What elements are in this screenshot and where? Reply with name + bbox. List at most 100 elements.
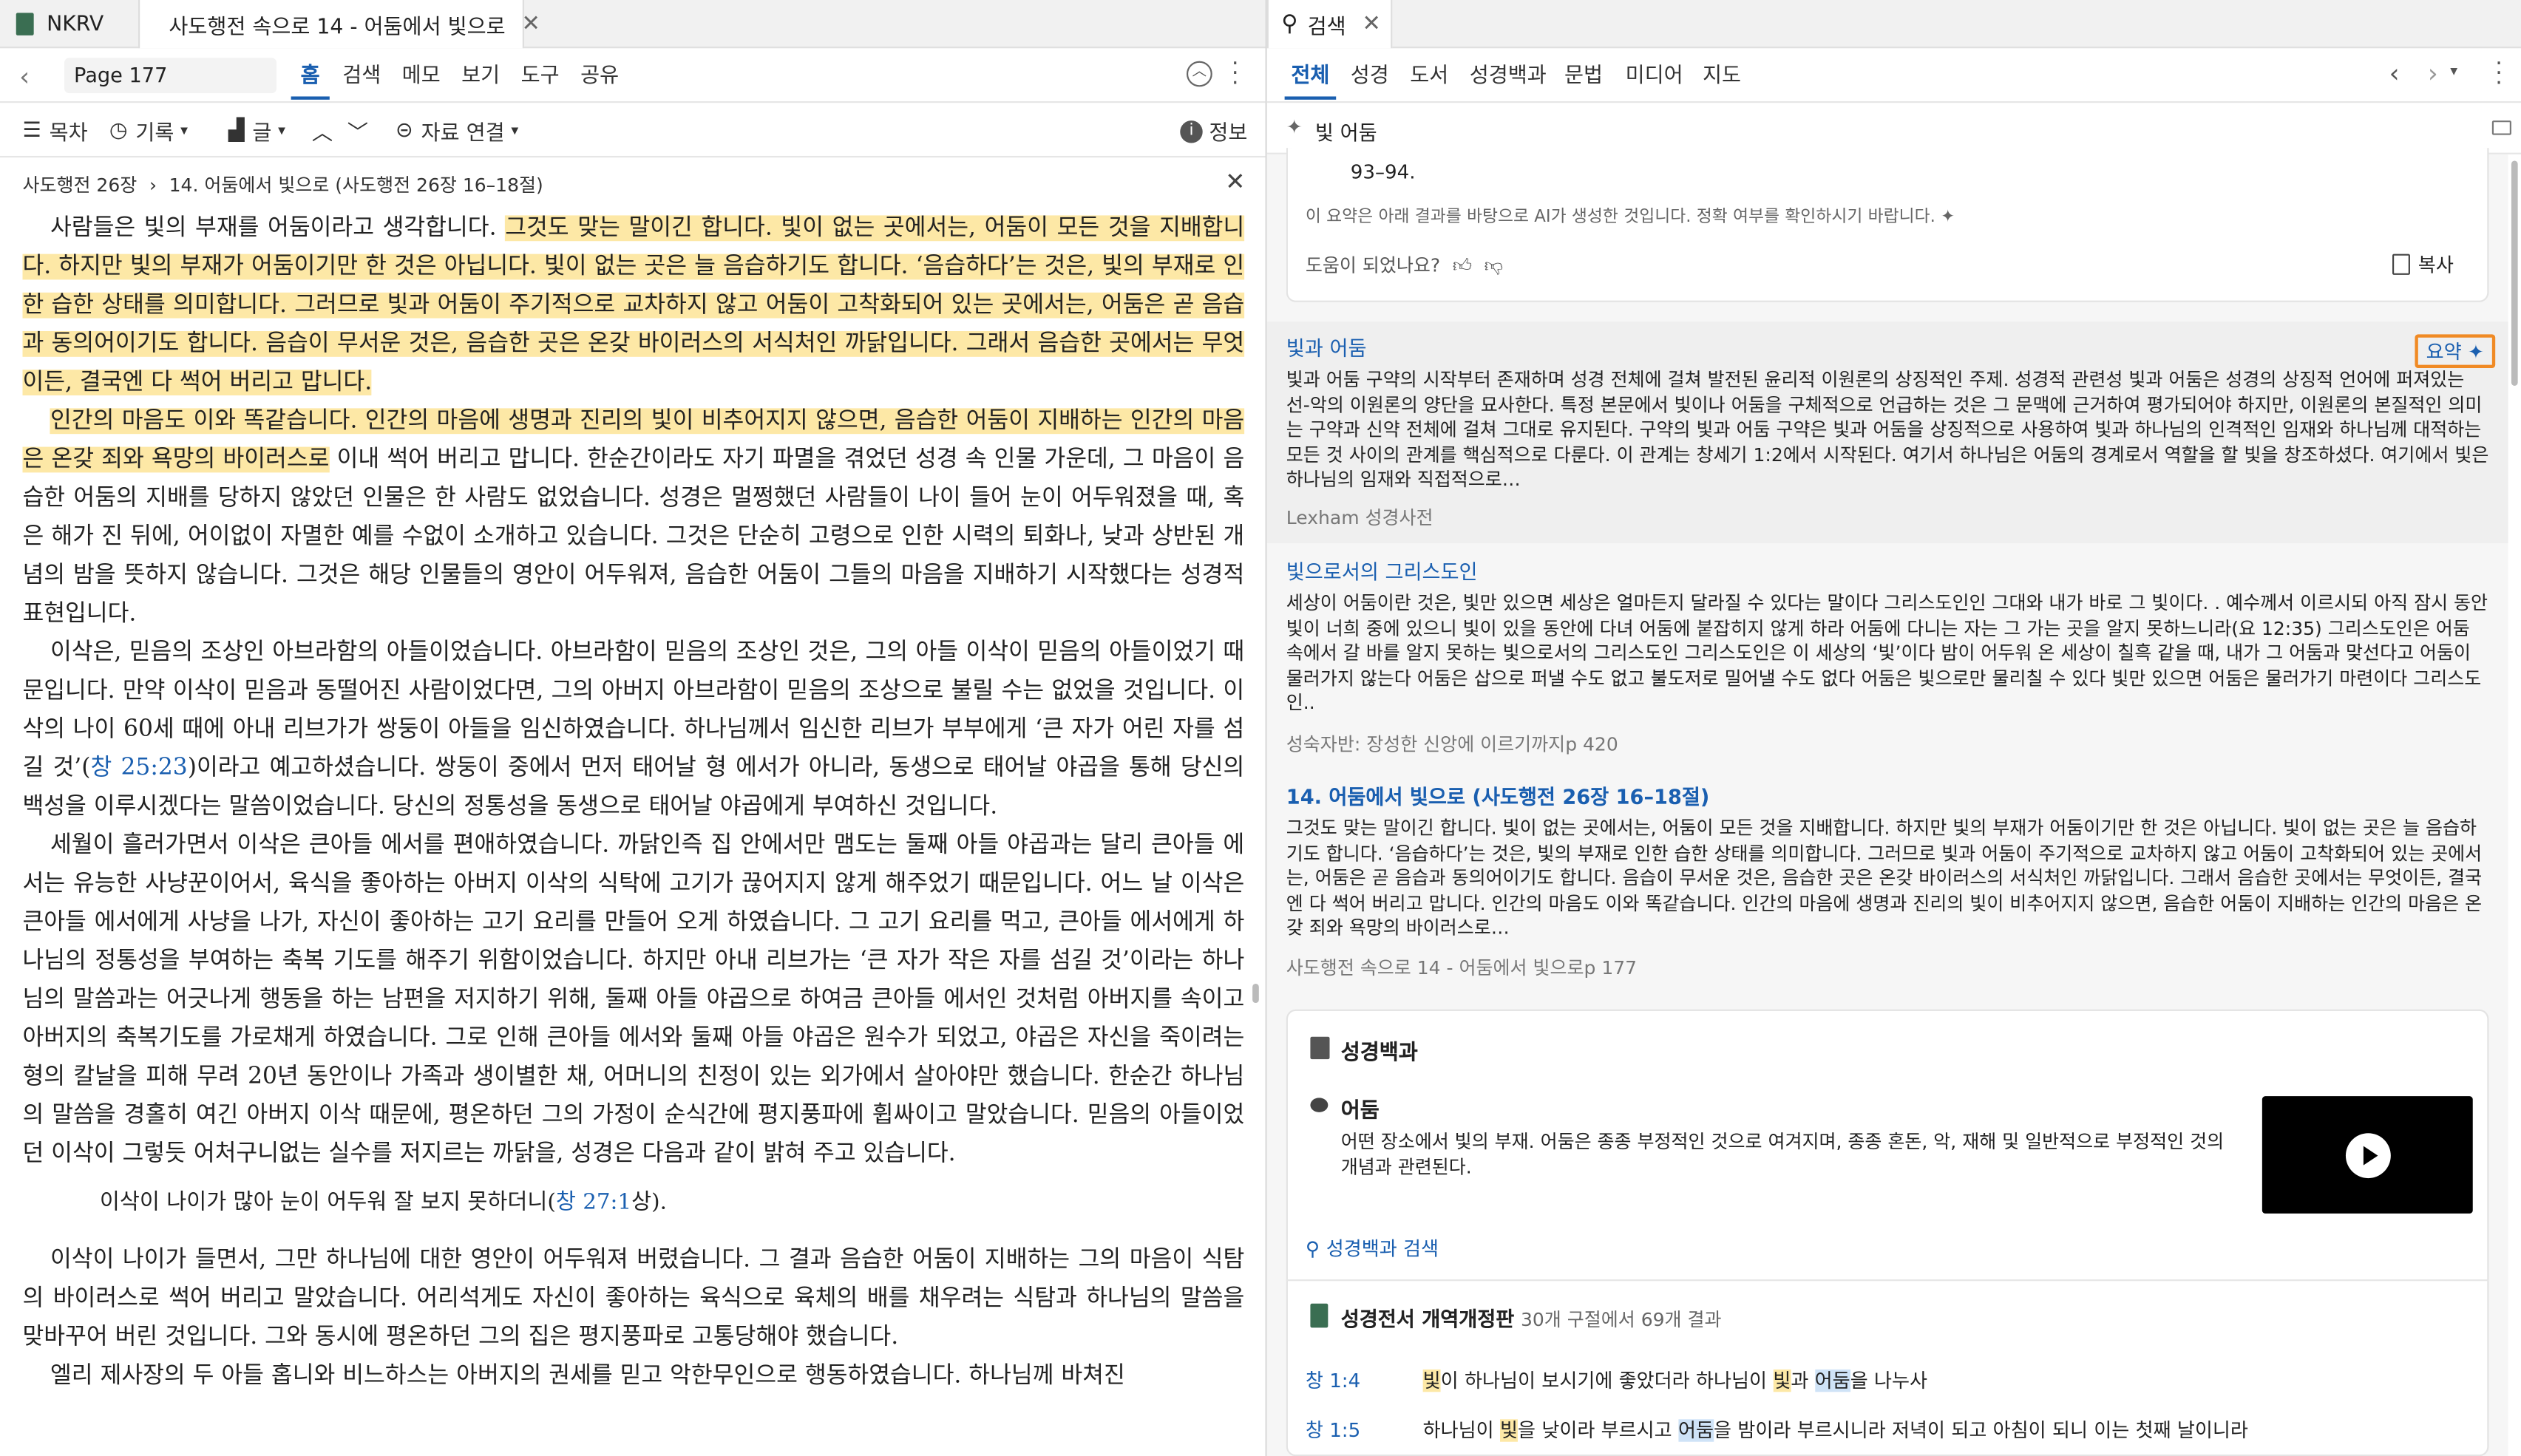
keyboard-icon[interactable] [2491,120,2511,135]
more-icon[interactable]: · · · [2495,53,2503,95]
search-query[interactable]: 빛 어둠 [1315,116,1377,146]
tab-label: 사도행전 속으로 14 - 어둠에서 빛으로 [169,15,506,40]
text: )이라고 예고하셨습니다. 쌍둥이 중에서 먼저 태어날 형 에서가 아니라, … [22,755,1245,820]
close-icon[interactable]: ✕ [521,11,540,37]
search-icon: ⚲ [1305,1237,1320,1260]
encyclopedia-term[interactable]: 어둠 [1341,1093,1380,1124]
verse-text: 빛이 하나님이 보시기에 좋았더라 하나님이 빛과 어둠을 나누사 [1422,1367,1927,1394]
quote-paragraph: 이삭이 나이가 많아 눈이 어두워 잘 보지 못하더니(창 27:1상). [100,1183,1244,1222]
tab-grammar[interactable]: 문법 [1564,58,1603,89]
menu-notes[interactable]: 메모 [402,58,441,89]
forward-arrow-icon[interactable]: › [2428,58,2438,88]
highlight-blue: 어둠 [1677,1419,1714,1442]
sync-icon[interactable]: ︿ [1186,61,1212,87]
highlight: 빛 [1422,1369,1441,1392]
result-source[interactable]: Lexham 성경사전 [1286,505,1433,531]
tab-book[interactable]: 사도행전 속으로 14 - 어둠에서 빛으로 ✕ [138,0,540,49]
verse-ref[interactable]: 창 1:4 [1306,1367,1360,1394]
text-label: 글 [252,122,272,146]
menu-view[interactable]: 보기 [461,58,500,89]
chevron-down-icon: ▾ [180,123,189,140]
result-title[interactable]: 빛과 어둠 [1286,331,1367,361]
info-button[interactable]: i 정보 [1180,116,1247,146]
highlight-blue: 어둠 [1814,1369,1850,1392]
history-button[interactable]: ◷ 기록 ▾ [109,116,188,146]
result-source[interactable]: 사도행전 속으로 14 - 어둠에서 빛으로p 177 [1286,955,1637,981]
menu-tools[interactable]: 도구 [521,58,560,89]
card-divider [1286,1279,2489,1282]
tab-bible[interactable]: 성경 [1351,58,1389,89]
menu-share[interactable]: 공유 [580,58,619,89]
result-title[interactable]: 14. 어둠에서 빛으로 (사도행전 26장 16–18절) [1286,780,1710,810]
text: 상). [631,1189,667,1216]
back-arrow-icon[interactable]: ‹ [2389,58,2400,88]
more-icon[interactable]: · · · [1232,53,1239,95]
thumbs-up-icon[interactable]: 👍︎ [1453,254,1472,276]
book-icon [1310,1303,1329,1328]
toolbar-divider [0,155,1266,158]
info-icon: i [1180,120,1203,143]
text: 사람들은 빛의 부재를 어둠이라고 생각합니다. [50,215,506,242]
thumbs-down-icon[interactable]: 👎︎ [1485,254,1503,276]
list-icon: ☰ [22,118,41,143]
text: 이삭이 나이가 많아 눈이 어두워 잘 보지 못하더니( [99,1189,556,1216]
nav-divider [1266,101,2521,103]
link-resource-button[interactable]: ⊝ 자료 연결 ▾ [396,116,518,146]
link-label: 자료 연결 [421,122,505,146]
chevron-down-icon[interactable]: ▾ [2450,64,2457,81]
highlight: 빛 [1499,1419,1519,1442]
tab-books[interactable]: 도서 [1410,58,1448,89]
page-input[interactable]: Page 177 [64,58,277,94]
highlighted-text[interactable]: 그것도 맞는 말이긴 합니다. 빛이 없는 곳에서는, 어둠이 모든 것을 지배… [22,215,1245,395]
tab-media[interactable]: 미디어 [1626,58,1683,89]
menu-home[interactable]: 홈 [301,58,320,89]
ai-note-text: 이 요약은 아래 결과를 바탕으로 AI가 생성한 것입니다. 정확 여부를 확… [1305,207,1935,227]
tab-all[interactable]: 전체 [1291,58,1329,89]
link-icon: ⊝ [395,118,413,143]
next-button[interactable]: ﹀ [347,116,368,146]
back-arrow-icon[interactable]: ‹ [19,61,30,92]
tab-maps[interactable]: 지도 [1703,58,1741,89]
toc-button[interactable]: ☰ 목차 [22,116,87,146]
result-source[interactable]: 성숙자반: 장성한 신앙에 이르기까지p 420 [1286,732,1618,758]
result-body: 세상이 어둠이란 것은, 빛만 있으면 세상은 얼마든지 달라질 수 있다는 말… [1286,591,2488,714]
menu-underline [291,96,330,100]
chevron-down-icon: ﹀ [347,122,369,146]
text: 과 [1791,1369,1815,1392]
paragraph: 세월이 흘러가면서 이삭은 큰아들 에서를 편애하였습니다. 까닭인즉 집 안에… [22,832,1245,1167]
verse-ref[interactable]: 창 1:5 [1306,1416,1360,1443]
verse-text: 하나님이 빛을 낮이라 부르시고 어둠을 밤이라 부르시니라 저녁이 되고 아침… [1423,1416,2248,1443]
bible-title[interactable]: 성경전서 개역개정판 [1341,1307,1515,1331]
paragraph: 엘리 제사장의 두 아들 홉니와 비느하스는 아버지의 권세를 믿고 악한무인으… [50,1363,1125,1389]
paragraph: 이삭은, 믿음의 조상인 아브라함의 아들이었습니다. 아브라함이 믿음의 조상… [22,633,1244,826]
verse-link[interactable]: 창 25:23 [90,755,187,781]
copy-button[interactable]: 복사 [2392,251,2454,278]
prev-button[interactable]: ︿ [312,116,333,146]
text-button[interactable]: ▟ 글 ▾ [228,116,285,146]
chevron-up-icon: ︿ [311,122,333,146]
breadcrumb-book[interactable]: 사도행전 26장 [22,174,137,196]
tab-label: NKRV [47,12,104,36]
history-label: 기록 [135,122,174,146]
sparkle-icon: ✦ [1941,207,1955,227]
copy-icon [2392,254,2410,275]
tab-nkrv[interactable]: NKRV [0,0,129,48]
tab-encyclopedia[interactable]: 성경백과 [1470,58,1547,89]
highlight: 빛 [1773,1369,1791,1392]
helpful-prompt: 도움이 되었나요? 👍︎ 👎︎ [1306,252,1503,278]
verse-link[interactable]: 창 27:1 [556,1189,631,1215]
result-title[interactable]: 빛으로서의 그리스도인 [1286,554,1478,585]
tab-search[interactable]: ⚲ 검색 ✕ [1266,0,1393,49]
breadcrumb: 사도행전 26장 › 14. 어둠에서 빛으로 (사도행전 26장 16–18절… [22,172,543,198]
breadcrumb-chapter[interactable]: 14. 어둠에서 빛으로 (사도행전 26장 16–18절) [169,174,543,196]
menu-search[interactable]: 검색 [342,58,381,89]
scrollbar-thumb[interactable] [2511,160,2518,386]
video-thumbnail[interactable] [2262,1096,2473,1214]
play-icon[interactable] [2344,1132,2390,1177]
close-icon[interactable]: ✕ [1362,11,1381,37]
bars-icon: ▟ [228,118,245,143]
summary-button[interactable]: 요약 ✦ [2415,334,2496,369]
scrollbar-thumb[interactable] [1252,983,1259,1004]
encyclopedia-search-link[interactable]: ⚲ 성경백과 검색 [1306,1234,1439,1262]
close-icon[interactable]: ✕ [1225,167,1245,196]
